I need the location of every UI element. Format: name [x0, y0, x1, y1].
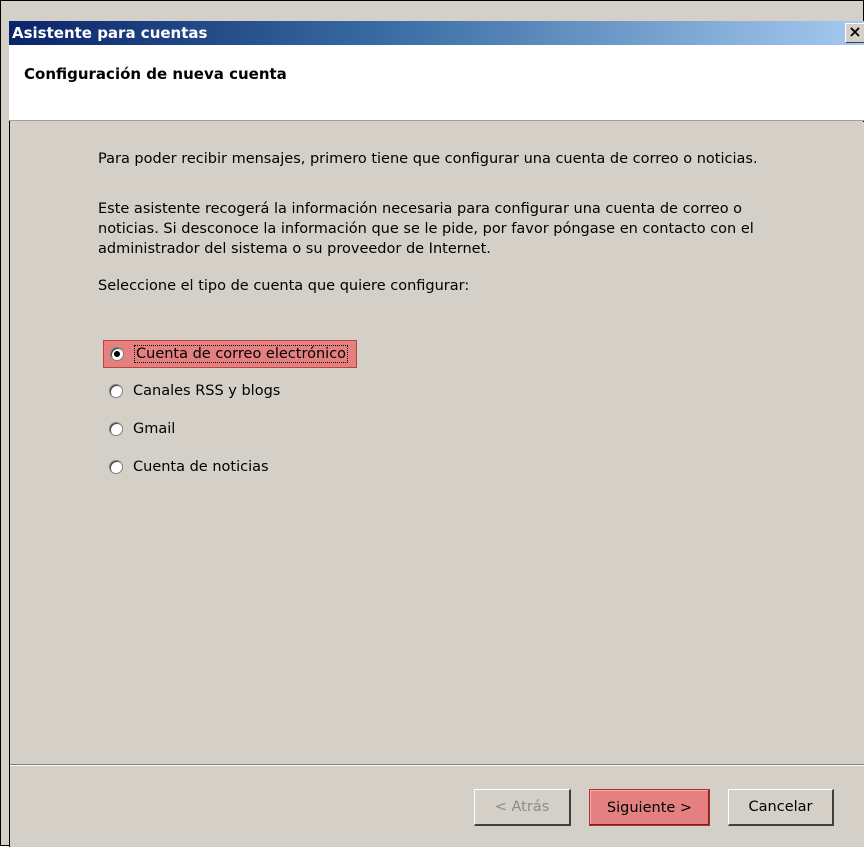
close-icon: ×	[848, 22, 862, 41]
radio-unchecked-icon[interactable]	[109, 422, 123, 436]
radio-unchecked-icon[interactable]	[109, 384, 123, 398]
button-separator	[10, 764, 864, 766]
radio-rss-blogs[interactable]: Canales RSS y blogs	[103, 377, 280, 405]
next-button[interactable]: Siguiente >	[589, 789, 710, 826]
radio-news-account[interactable]: Cuenta de noticias	[103, 453, 269, 481]
description-text: Este asistente recogerá la información n…	[98, 201, 754, 257]
window-title: Asistente para cuentas	[12, 24, 208, 42]
title-bar[interactable]: Asistente para cuentas ×	[9, 21, 864, 45]
radio-label: Gmail	[133, 421, 176, 437]
radio-gmail[interactable]: Gmail	[103, 415, 175, 443]
account-wizard-window: Asistente para cuentas × Configuración d…	[0, 0, 864, 847]
radio-unchecked-icon[interactable]	[109, 460, 123, 474]
radio-checked-icon[interactable]	[110, 347, 124, 361]
radio-label: Cuenta de correo electrónico	[134, 345, 349, 363]
intro-text: Para poder recibir mensajes, primero tie…	[98, 151, 758, 167]
radio-label: Cuenta de noticias	[133, 459, 269, 475]
radio-label: Canales RSS y blogs	[133, 383, 281, 399]
cancel-button[interactable]: Cancelar	[728, 789, 834, 826]
radio-email-account[interactable]: Cuenta de correo electrónico	[103, 340, 358, 368]
page-title: Configuración de nueva cuenta	[24, 65, 287, 83]
back-button[interactable]: < Atrás	[474, 789, 571, 826]
wizard-content: Para poder recibir mensajes, primero tie…	[10, 122, 864, 847]
wizard-header: Configuración de nueva cuenta	[9, 45, 864, 121]
close-button[interactable]: ×	[845, 23, 864, 43]
account-type-prompt: Seleccione el tipo de cuenta que quiere …	[98, 278, 470, 294]
